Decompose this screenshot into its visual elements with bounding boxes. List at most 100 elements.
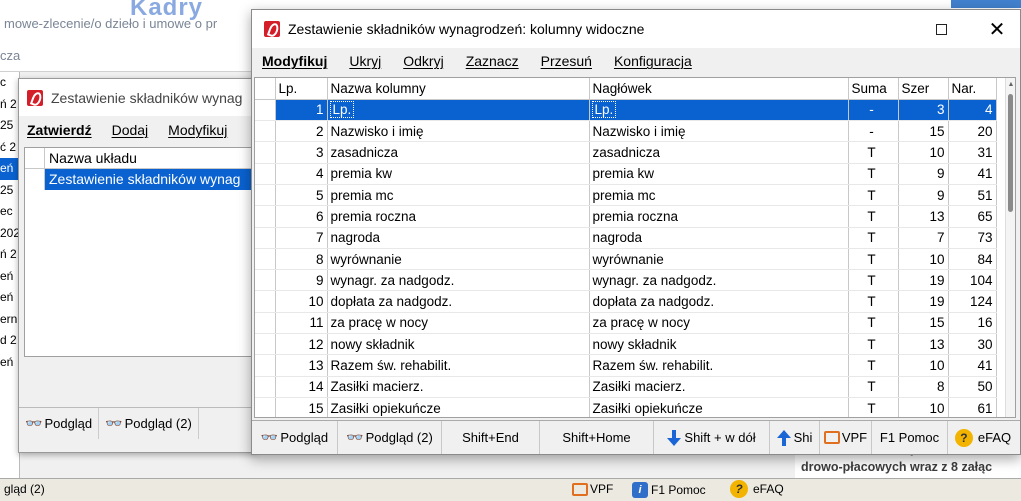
table-row[interactable]: 12 nowy składnik nowy składnik T 13 30 [255, 333, 997, 356]
cell-header: nowy składnik [589, 333, 849, 356]
table-row[interactable]: 13 Razem św. rehabilit. Razem św. rehabili… [255, 354, 997, 377]
menu-config[interactable]: Konfiguracja [614, 53, 692, 69]
scrollbar-thumb[interactable] [1008, 94, 1013, 212]
menu-select[interactable]: Zaznacz [466, 53, 519, 69]
dialog-title: Zestawienie składników wynagrodzeń: kolu… [288, 21, 645, 37]
table-row[interactable]: 14 Zasiłki macierz. Zasiłki macierz. T 8 50 [255, 376, 997, 398]
cell-sum: - [848, 99, 899, 122]
background-list-row: eń [0, 290, 14, 304]
column-header-lp[interactable]: Lp. [275, 78, 328, 100]
list-item[interactable]: Zestawienie składników wynag [25, 169, 256, 190]
menu-modify[interactable]: Modyfikuj [168, 122, 227, 138]
table-row[interactable]: 1 Lp. Lp. -3 4 [255, 99, 997, 122]
shift-home-button[interactable]: Shift+Home [540, 421, 654, 454]
efaq-button[interactable]: ? eFAQ [948, 421, 1018, 454]
vertical-scrollbar[interactable]: ▲ [1005, 78, 1015, 417]
cell-sum: T [848, 312, 899, 335]
shift-end-button[interactable]: Shift+End [442, 421, 540, 454]
cell-header: wynagr. za nadgodz. [589, 269, 849, 292]
cell-acc: 30 [948, 333, 997, 356]
table-row[interactable]: 10 dopłata za nadgodz. dopłata za nadgodz.… [255, 290, 997, 313]
column-header-acc[interactable]: Nar. [948, 78, 997, 100]
menu-modify[interactable]: Modyfikuj [262, 53, 327, 69]
table-row[interactable]: 2 Nazwisko i imię Nazwisko i imię -15 20 [255, 120, 997, 143]
row-indicator [255, 184, 276, 207]
cell-acc: 65 [948, 205, 997, 228]
background-help-button[interactable]: i F1 Pomoc [632, 482, 706, 498]
preview2-button[interactable]: 👓 Podgląd (2) [338, 421, 442, 454]
cell-width: 3 [898, 99, 949, 122]
cell-width: 13 [898, 205, 949, 228]
move-up-label: Shi [793, 430, 813, 445]
background-efaq-button[interactable]: ? eFAQ [730, 480, 784, 498]
scroll-up-icon[interactable]: ▲ [1007, 80, 1015, 90]
background-list-row: c [0, 75, 6, 89]
cell-name: Nazwisko i imię [327, 120, 590, 143]
menu-move[interactable]: Przesuń [541, 53, 592, 69]
help-button[interactable]: F1 Pomoc [872, 421, 948, 454]
cell-sum: T [848, 163, 899, 185]
cell-acc: 20 [948, 120, 997, 143]
table-row[interactable]: 15 Zasiłki opiekuńcze Zasiłki opiekuńcze T 1… [255, 397, 997, 417]
app-icon [27, 89, 43, 106]
efaq-label: eFAQ [977, 430, 1012, 445]
preview-button[interactable]: 👓 Podgląd [252, 421, 338, 454]
cell-sum: T [848, 397, 899, 417]
column-header-header[interactable]: Nagłówek [589, 78, 849, 100]
row-indicator [255, 141, 276, 164]
cell-acc: 61 [948, 397, 997, 417]
help-label: F1 Pomoc [879, 430, 940, 445]
cell-sum: T [848, 141, 899, 164]
preview-button[interactable]: 👓 Podgląd [19, 408, 100, 439]
table-row[interactable]: 9 wynagr. za nadgodz. wynagr. za nadgodz. T… [255, 269, 997, 292]
table-row[interactable]: 11 za pracę w nocy za pracę w nocy T 15 16 [255, 312, 997, 335]
shift-end-label: Shift+End [462, 430, 519, 445]
cell-lp: 12 [275, 333, 328, 356]
cell-name: Zasiłki macierz. [327, 376, 590, 398]
cell-width: 13 [898, 333, 949, 356]
row-indicator [255, 120, 276, 143]
arrow-down-icon [667, 429, 682, 446]
cell-width: 8 [898, 376, 949, 398]
cell-lp: 9 [275, 269, 328, 292]
move-up-button[interactable]: Shi [770, 421, 820, 454]
menu-confirm[interactable]: Zatwierdź [27, 122, 92, 138]
column-header-sum[interactable]: Suma [848, 78, 899, 100]
table-row[interactable]: 3 zasadnicza zasadnicza T 10 31 [255, 141, 997, 164]
cell-name: wynagr. za nadgodz. [327, 269, 590, 292]
table-row[interactable]: 6 premia roczna premia roczna T 13 65 [255, 205, 997, 228]
vpf-button[interactable]: VPF [820, 421, 872, 454]
column-header-name[interactable]: Nazwa kolumny [327, 78, 590, 100]
cell-acc: 16 [948, 312, 997, 335]
table-row[interactable]: 7 nagroda nagroda T 7 73 [255, 227, 997, 249]
cell-sum: T [848, 333, 899, 356]
menu-add[interactable]: Dodaj [112, 122, 149, 138]
table-row[interactable]: 8 wyrównanie wyrównanie T 10 84 [255, 248, 997, 271]
maximize-button[interactable] [918, 10, 964, 48]
cell-header: wyrównanie [589, 248, 849, 271]
table-row[interactable]: 5 premia mc premia mc T 9 51 [255, 184, 997, 207]
row-indicator [255, 248, 276, 271]
cell-name: zasadnicza [327, 141, 590, 164]
preview2-button[interactable]: 👓 Podgląd (2) [99, 408, 199, 439]
background-vpf-button[interactable]: VPF [572, 482, 613, 496]
help-icon: ? [730, 480, 748, 498]
background-list-row: d 2 [0, 333, 17, 347]
table-row[interactable]: 4 premia kw premia kw T 9 41 [255, 163, 997, 185]
background-preview2-button[interactable]: gląd (2) [4, 482, 45, 496]
cell-width: 15 [898, 120, 949, 143]
cell-sum: T [848, 227, 899, 249]
cell-width: 15 [898, 312, 949, 335]
column-header-width[interactable]: Szer [898, 78, 949, 100]
move-down-button[interactable]: Shift + w dół [654, 421, 770, 454]
menu-show[interactable]: Odkryj [403, 53, 443, 69]
close-button[interactable]: ✕ [974, 10, 1020, 48]
menu-hide[interactable]: Ukryj [349, 53, 381, 69]
cell-lp: 15 [275, 397, 328, 417]
cell-name: premia roczna [327, 205, 590, 228]
table-body: 1 Lp. Lp. -3 4 2 Nazwisko i imię Nazwisko i imi… [255, 99, 997, 417]
background-taskbar: gląd (2) VPF i F1 Pomoc ? eFAQ [0, 478, 1021, 501]
row-indicator [255, 354, 276, 377]
background-list-row: ć 2 [0, 139, 17, 154]
row-indicator [255, 312, 276, 335]
